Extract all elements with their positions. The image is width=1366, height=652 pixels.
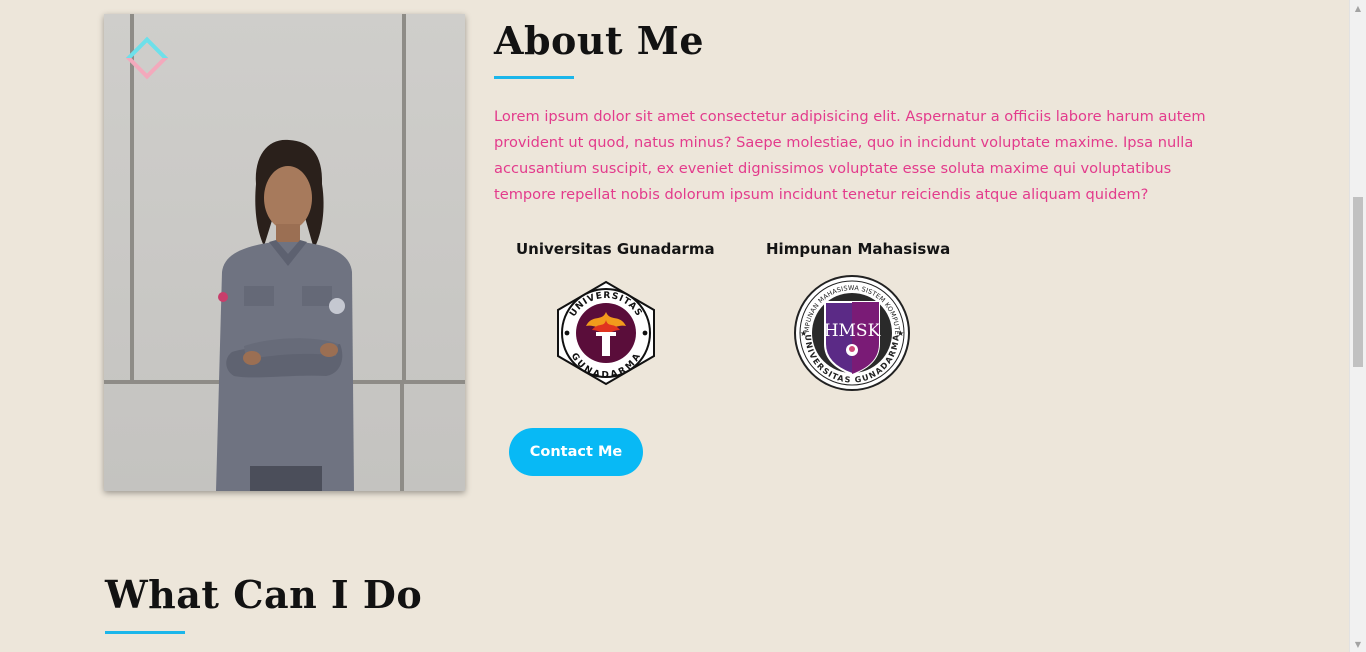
- vertical-scrollbar[interactable]: ▲ ▼: [1349, 0, 1366, 652]
- section-underline: [105, 631, 185, 634]
- hmsk-logo-icon: HMSK HIMPUNAN MAHASISWA SISTEM KOMPUTER …: [793, 274, 910, 391]
- svg-text:★: ★: [800, 329, 807, 338]
- what-can-i-do-title: What Can I Do: [105, 572, 423, 617]
- org-label-universitas: Universitas Gunadarma: [516, 240, 715, 258]
- org-label-himpunan: Himpunan Mahasiswa: [766, 240, 951, 258]
- scroll-down-arrow-icon[interactable]: ▼: [1350, 636, 1366, 652]
- scrollbar-thumb[interactable]: [1353, 197, 1363, 367]
- person-figure: [216, 139, 354, 491]
- contact-me-button[interactable]: Contact Me: [509, 428, 643, 476]
- title-underline: [494, 76, 574, 79]
- scroll-up-arrow-icon[interactable]: ▲: [1350, 0, 1366, 16]
- profile-photo: [104, 14, 465, 491]
- universitas-gunadarma-logo-icon: UNIVERSITAS GUNADARMA: [557, 280, 655, 386]
- page: About Me Lorem ipsum dolor sit amet cons…: [0, 0, 1349, 652]
- about-description: Lorem ipsum dolor sit amet consectetur a…: [494, 108, 1206, 203]
- svg-text:HMSK: HMSK: [824, 321, 881, 341]
- about-title: About Me: [494, 18, 705, 63]
- svg-text:★: ★: [897, 329, 904, 338]
